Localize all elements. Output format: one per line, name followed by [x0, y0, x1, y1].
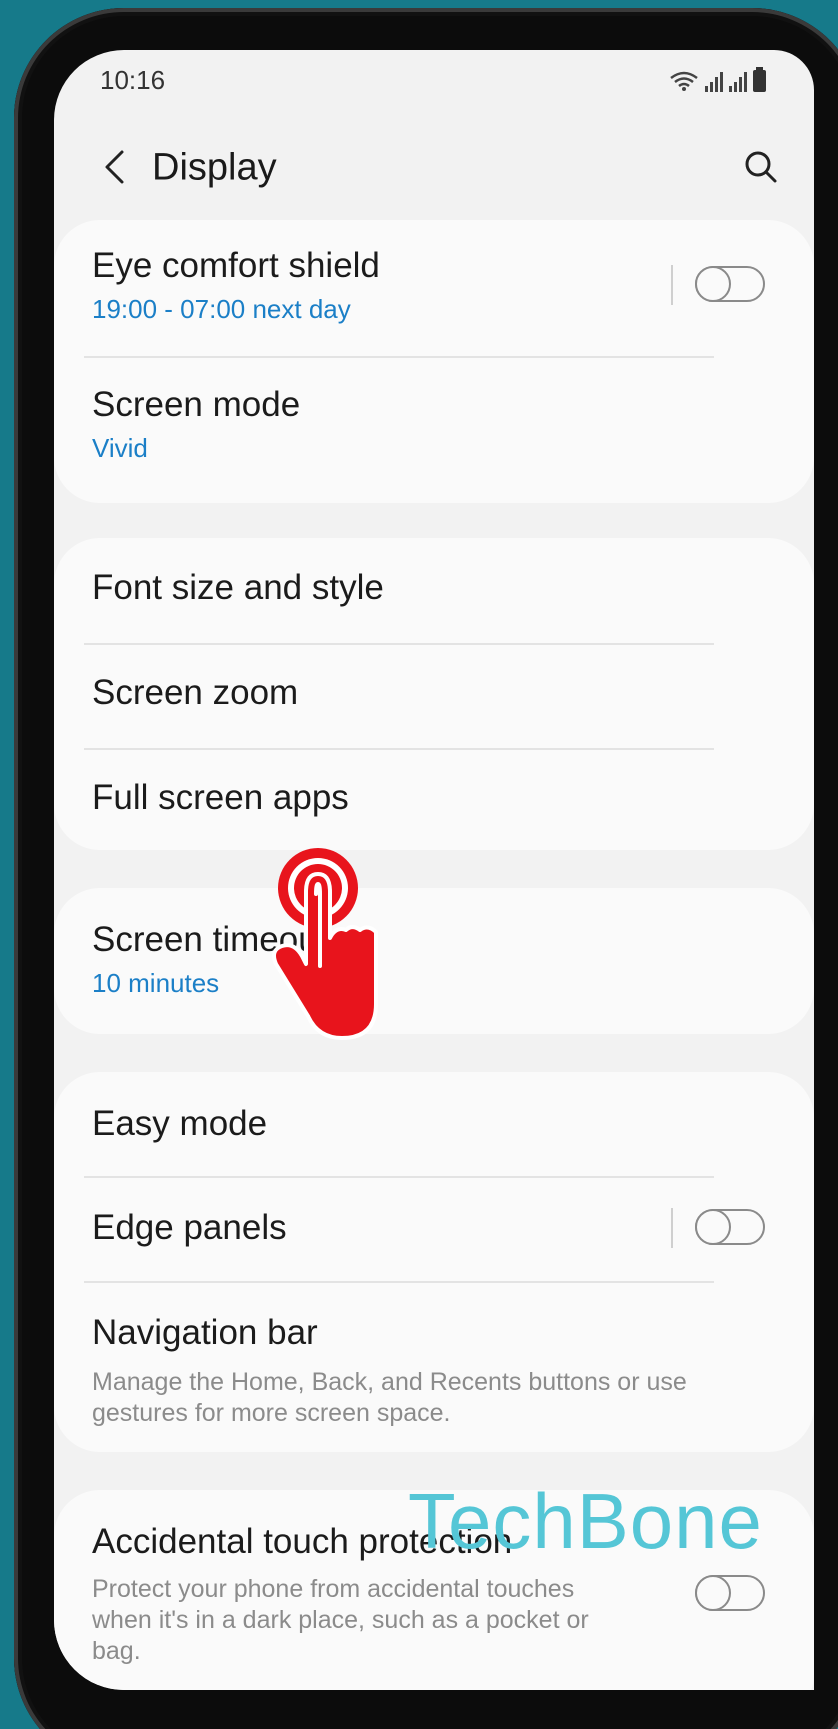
hand-tap-icon: [272, 848, 378, 1040]
font-size-row[interactable]: Font size and style: [54, 538, 814, 642]
settings-card-4: Easy mode Edge panels Navigation bar Man…: [54, 1072, 814, 1452]
eye-comfort-row[interactable]: Eye comfort shield 19:00 - 07:00 next da…: [54, 220, 814, 356]
toggle-knob: [695, 266, 731, 302]
signal-icon-2: [729, 72, 747, 92]
toggle-knob: [695, 1575, 731, 1611]
eye-comfort-toggle[interactable]: [695, 266, 765, 302]
eye-comfort-title: Eye comfort shield: [92, 246, 380, 285]
easy-mode-title: Easy mode: [92, 1104, 268, 1143]
battery-icon: [753, 67, 766, 92]
toggle-separator: [671, 1208, 673, 1248]
navigation-bar-title: Navigation bar: [92, 1313, 318, 1352]
navigation-bar-row[interactable]: Navigation bar Manage the Home, Back, an…: [54, 1283, 814, 1452]
navigation-bar-description: Manage the Home, Back, and Recents butto…: [92, 1368, 687, 1427]
status-icons: [669, 67, 766, 92]
screen-mode-row[interactable]: Screen mode Vivid: [54, 358, 814, 498]
toggle-knob: [695, 1209, 731, 1245]
search-button[interactable]: [736, 142, 786, 192]
eye-comfort-subtitle: 19:00 - 07:00 next day: [92, 294, 351, 324]
screen-mode-title: Screen mode: [92, 385, 301, 424]
accidental-touch-description: Protect your phone from accidental touch…: [92, 1575, 589, 1665]
edge-panels-toggle[interactable]: [695, 1209, 765, 1245]
wifi-icon: [670, 71, 698, 91]
back-button[interactable]: [92, 142, 142, 192]
edge-panels-row[interactable]: Edge panels: [54, 1178, 814, 1282]
screen-zoom-row[interactable]: Screen zoom: [54, 645, 814, 749]
font-size-title: Font size and style: [92, 568, 384, 607]
settings-card-3: Screen timeout 10 minutes: [54, 888, 814, 1034]
full-screen-apps-row[interactable]: Full screen apps: [54, 750, 814, 850]
screen-timeout-subtitle: 10 minutes: [92, 968, 220, 998]
phone-screen: 10:16 Display Eye comfort shield 19:00 -…: [54, 50, 814, 1690]
toggle-separator: [671, 265, 673, 305]
signal-icon: [705, 72, 723, 92]
easy-mode-row[interactable]: Easy mode: [54, 1072, 814, 1176]
accidental-touch-toggle[interactable]: [695, 1575, 765, 1611]
status-time: 10:16: [100, 64, 166, 95]
settings-card-1: Eye comfort shield 19:00 - 07:00 next da…: [54, 220, 814, 503]
page-title: Display: [152, 146, 277, 189]
chevron-left-icon: [105, 150, 124, 184]
screen-zoom-title: Screen zoom: [92, 673, 299, 712]
techbone-watermark: TechBone: [408, 1477, 763, 1565]
screen-mode-subtitle: Vivid: [92, 433, 148, 463]
screen-timeout-row[interactable]: Screen timeout 10 minutes: [54, 888, 814, 1034]
app-bar: Display: [54, 120, 814, 220]
full-screen-apps-title: Full screen apps: [92, 778, 349, 817]
edge-panels-title: Edge panels: [92, 1208, 287, 1247]
status-bar: 10:16: [54, 50, 814, 110]
search-icon: [745, 151, 777, 183]
settings-card-2: Font size and style Screen zoom Full scr…: [54, 538, 814, 850]
